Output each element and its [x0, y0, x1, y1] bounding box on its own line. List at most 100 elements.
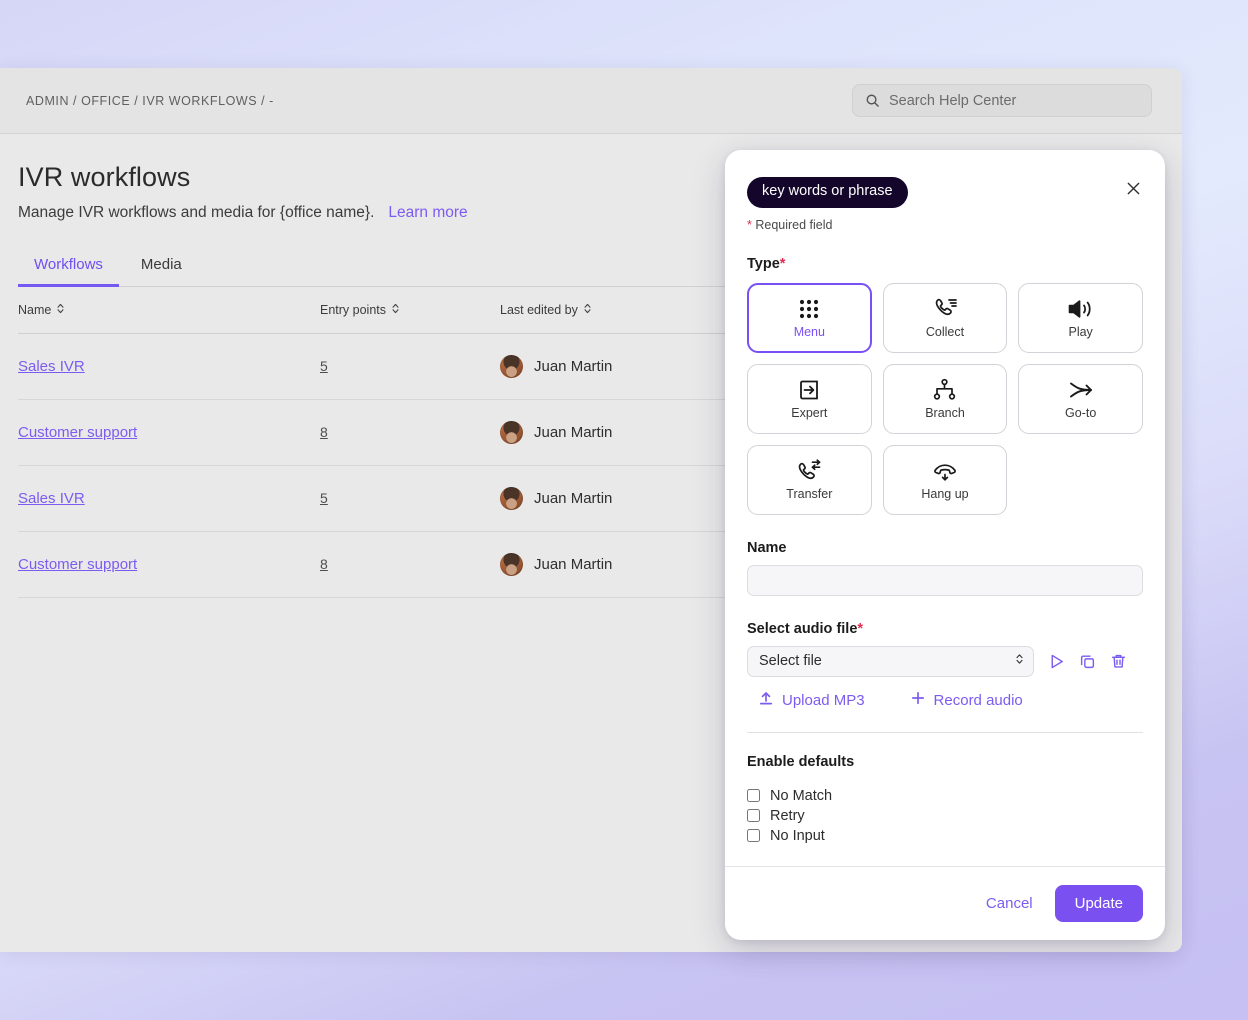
entry-points-link[interactable]: 8 — [320, 424, 328, 440]
type-card-expert[interactable]: Expert — [747, 363, 872, 434]
editor-name: Juan Martin — [534, 490, 613, 507]
tab-workflows[interactable]: Workflows — [18, 252, 119, 287]
audio-file-select[interactable]: Select file — [747, 645, 1034, 677]
type-label: Type* — [747, 256, 1143, 272]
column-header-name[interactable]: Name — [18, 287, 320, 334]
copy-icon[interactable] — [1079, 653, 1096, 670]
workflow-name-link[interactable]: Customer support — [18, 424, 137, 441]
sort-icon[interactable] — [391, 303, 400, 317]
type-card-goto[interactable]: Go-to — [1018, 363, 1143, 434]
top-bar: ADMIN / OFFICE / IVR WORKFLOWS / - Searc… — [0, 68, 1182, 134]
type-card-menu[interactable]: Menu — [747, 282, 872, 353]
type-card-label: Branch — [925, 406, 965, 421]
upload-icon — [759, 691, 773, 710]
type-grid: Menu Collect Play Expert Branch Go-to Tr… — [747, 282, 1143, 515]
phone-list-icon — [932, 296, 958, 322]
ivr-node-dialog: key words or phrase * Required field Typ… — [725, 150, 1165, 940]
type-card-label: Play — [1068, 325, 1093, 340]
type-card-hang-up[interactable]: Hang up — [882, 444, 1008, 515]
node-title-chip: key words or phrase — [747, 177, 908, 208]
dialog-body: key words or phrase * Required field Typ… — [725, 150, 1165, 866]
type-card-collect[interactable]: Collect — [882, 282, 1008, 353]
audio-file-select-wrap: Select file — [747, 645, 1034, 677]
avatar — [500, 487, 523, 510]
checkbox-no-match[interactable] — [747, 789, 760, 803]
upload-mp3-button[interactable]: Upload MP3 — [759, 691, 865, 710]
type-card-label: Expert — [791, 406, 828, 421]
workflow-name-link[interactable]: Customer support — [18, 556, 137, 573]
play-icon[interactable] — [1048, 653, 1065, 670]
cancel-button[interactable]: Cancel — [986, 895, 1033, 912]
column-header-entry-points[interactable]: Entry points — [320, 287, 500, 334]
entry-points-link[interactable]: 5 — [320, 490, 328, 506]
required-field-note: * Required field — [747, 218, 1143, 232]
entry-points-link[interactable]: 8 — [320, 556, 328, 572]
page-subtitle: Manage IVR workflows and media for {offi… — [18, 204, 375, 221]
workflow-name-link[interactable]: Sales IVR — [18, 490, 85, 507]
branch-tree-icon — [932, 377, 957, 403]
defaults-checkbox-list: No Match Retry No Input — [747, 788, 1143, 844]
required-asterisk: * — [747, 217, 752, 232]
sort-icon[interactable] — [56, 303, 65, 317]
login-arrow-icon — [797, 377, 821, 403]
type-card-play[interactable]: Play — [1018, 282, 1143, 353]
plus-icon — [911, 691, 925, 709]
checkbox-row-no-input[interactable]: No Input — [747, 828, 1143, 844]
audio-file-row: Select file — [747, 645, 1143, 677]
select-audio-file-label: Select audio file* — [747, 621, 1143, 637]
type-card-label: Collect — [925, 325, 965, 340]
keypad-icon — [797, 296, 821, 322]
type-label-text: Type — [747, 255, 780, 272]
type-card-label: Hang up — [921, 487, 969, 502]
record-audio-button[interactable]: Record audio — [911, 691, 1023, 709]
editor-name: Juan Martin — [534, 358, 613, 375]
hangup-icon — [932, 458, 958, 484]
type-card-label: Menu — [793, 325, 825, 340]
sort-icon[interactable] — [583, 303, 592, 317]
checkbox-retry[interactable] — [747, 809, 760, 823]
avatar — [500, 421, 523, 444]
required-asterisk: * — [779, 255, 786, 272]
audio-actions: Upload MP3 Record audio — [747, 691, 1143, 710]
enable-defaults-title: Enable defaults — [747, 753, 855, 770]
required-asterisk: * — [857, 620, 864, 637]
learn-more-link[interactable]: Learn more — [388, 204, 467, 222]
checkbox-row-retry[interactable]: Retry — [747, 808, 1143, 824]
tab-media[interactable]: Media — [125, 252, 198, 287]
type-card-label: Go-to — [1065, 406, 1097, 421]
checkbox-label: Retry — [770, 807, 805, 824]
phone-transfer-icon — [796, 458, 822, 484]
search-help-center-field[interactable]: Search Help Center — [852, 84, 1152, 117]
workflow-name-link[interactable]: Sales IVR — [18, 358, 85, 375]
record-audio-label: Record audio — [933, 691, 1023, 709]
update-button[interactable]: Update — [1054, 885, 1143, 922]
name-label: Name — [747, 539, 787, 556]
section-divider — [747, 731, 1143, 733]
editor-name: Juan Martin — [534, 424, 613, 441]
search-placeholder: Search Help Center — [889, 92, 1017, 109]
avatar — [500, 355, 523, 378]
type-card-branch[interactable]: Branch — [882, 363, 1008, 434]
required-field-text: Required field — [755, 217, 833, 232]
type-card-transfer[interactable]: Transfer — [747, 444, 872, 515]
column-label-last-edited-by: Last edited by — [500, 303, 578, 317]
close-icon[interactable] — [1124, 177, 1143, 204]
editor-name: Juan Martin — [534, 556, 613, 573]
breadcrumb: ADMIN / OFFICE / IVR WORKFLOWS / - — [26, 93, 274, 108]
checkbox-no-input[interactable] — [747, 829, 760, 843]
goto-arrow-icon — [1067, 377, 1095, 403]
entry-points-link[interactable]: 5 — [320, 358, 328, 374]
column-label-name: Name — [18, 303, 52, 317]
trash-icon[interactable] — [1110, 653, 1127, 670]
name-input[interactable] — [747, 564, 1143, 596]
checkbox-label: No Match — [770, 787, 833, 804]
checkbox-row-no-match[interactable]: No Match — [747, 788, 1143, 804]
dialog-header: key words or phrase — [747, 177, 1143, 208]
checkbox-label: No Input — [770, 827, 825, 844]
avatar — [500, 553, 523, 576]
type-card-label: Transfer — [786, 487, 833, 502]
dialog-footer: Cancel Update — [725, 866, 1165, 940]
search-icon — [865, 93, 880, 108]
column-label-entry-points: Entry points — [320, 303, 387, 317]
speaker-icon — [1067, 296, 1094, 322]
